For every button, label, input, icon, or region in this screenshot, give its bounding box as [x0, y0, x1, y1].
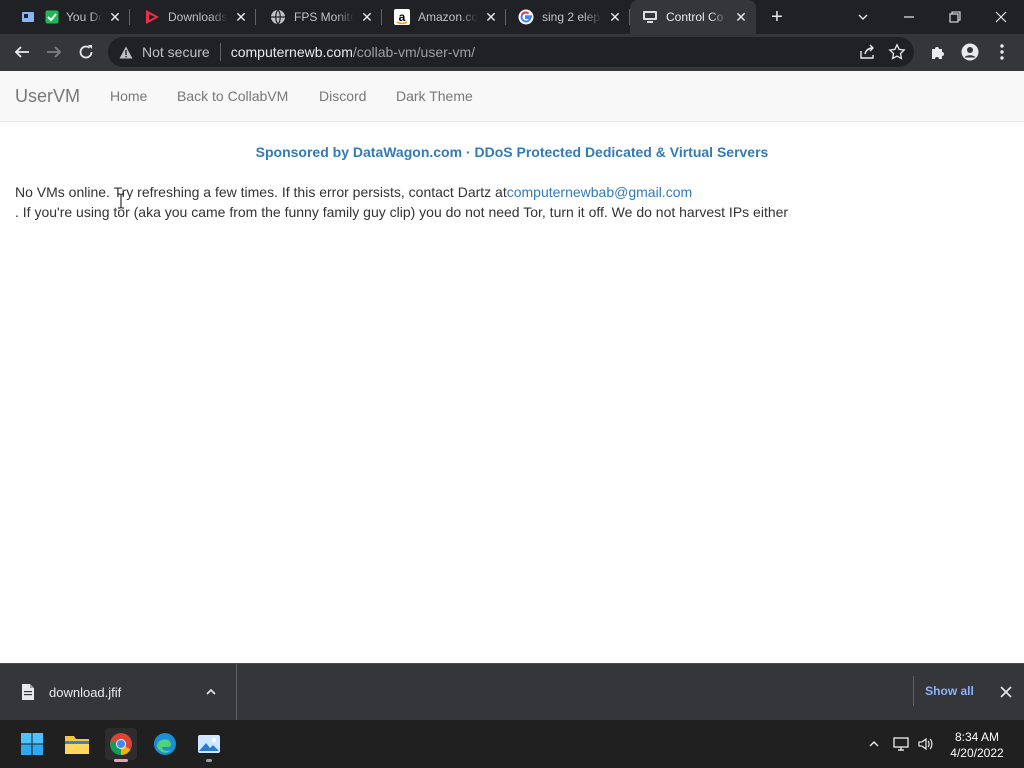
security-label[interactable]: Not secure [142, 44, 210, 60]
running-indicator [206, 759, 212, 762]
nav-link-dark-theme[interactable]: Dark Theme [396, 88, 473, 104]
close-tab-icon[interactable]: ✕ [106, 8, 124, 26]
file-icon [21, 684, 35, 705]
download-bar: download.jfif Show all [0, 663, 1024, 720]
browser-toolbar: Not secure computernewb.com/collab-vm/us… [0, 34, 1024, 71]
divider [219, 43, 221, 61]
tab-downloads[interactable]: Downloads ✕ [132, 0, 256, 34]
close-tab-icon[interactable]: ✕ [482, 8, 500, 26]
chevron-up-icon[interactable] [205, 685, 217, 703]
extensions-puzzle-icon[interactable] [924, 38, 952, 66]
close-download-bar-icon[interactable] [996, 682, 1016, 702]
sponsor-link[interactable]: Sponsored by DataWagon.com · DDoS Protec… [0, 144, 1024, 160]
window-icon [20, 9, 36, 25]
start-icon[interactable] [16, 728, 48, 760]
volume-icon[interactable] [914, 732, 938, 756]
play-logo-icon [144, 9, 160, 25]
tab-title: sing 2 elep [542, 10, 601, 24]
close-tab-icon[interactable]: ✕ [606, 8, 624, 26]
close-tab-icon[interactable]: ✕ [732, 8, 750, 26]
network-icon[interactable] [889, 732, 913, 756]
tab-control-collab[interactable]: Control Co ✕ [630, 0, 756, 34]
file-explorer-icon[interactable] [61, 728, 93, 760]
tab-title: Control Co [666, 10, 724, 24]
forward-arrow-icon[interactable] [40, 38, 68, 66]
checkmark-icon [44, 9, 60, 25]
tab-amazon[interactable]: a Amazon.co ✕ [382, 0, 506, 34]
restore-icon[interactable] [932, 0, 978, 34]
menu-kebab-icon[interactable] [988, 38, 1016, 66]
amazon-logo-icon: a [394, 9, 410, 25]
tab-search-icon[interactable] [840, 0, 886, 34]
error-text: No VMs online. Try refreshing a few time… [15, 184, 507, 200]
text-cursor-icon [117, 193, 125, 209]
profile-avatar-icon[interactable] [956, 38, 984, 66]
globe-icon [270, 9, 286, 25]
url-host: computernewb.com [230, 44, 353, 60]
tab-strip: You Do ✕ Downloads ✕ FPS Monito ✕ a Amaz… [0, 0, 1024, 34]
share-icon[interactable] [858, 43, 876, 66]
clock-date: 4/20/2022 [950, 746, 1004, 760]
nav-link-discord[interactable]: Discord [319, 88, 366, 104]
contact-email-link[interactable]: computernewbab@gmail.com [507, 184, 692, 200]
download-filename: download.jfif [49, 685, 122, 700]
clock-time: 8:34 AM [954, 730, 1000, 744]
tab-title: You Do [66, 10, 102, 24]
url-text[interactable]: computernewb.com/collab-vm/user-vm/ [231, 44, 475, 60]
active-indicator [114, 759, 128, 762]
google-logo-icon [518, 9, 534, 25]
site-navbar: UserVM Home Back to CollabVM Discord Dar… [0, 71, 1024, 122]
tab-separator [129, 9, 130, 25]
nav-link-home[interactable]: Home [110, 88, 147, 104]
warning-icon[interactable] [118, 44, 134, 60]
tab-title: FPS Monito [294, 10, 354, 24]
windows-taskbar: 8:34 AM 4/20/2022 [0, 720, 1024, 768]
download-item[interactable]: download.jfif [0, 664, 237, 720]
reload-icon[interactable] [72, 38, 100, 66]
new-tab-icon[interactable]: + [764, 5, 790, 29]
tab-separator [255, 9, 256, 25]
url-path: /collab-vm/user-vm/ [352, 44, 476, 60]
svg-text:a: a [399, 10, 406, 24]
brand-link[interactable]: UserVM [15, 86, 80, 107]
close-tab-icon[interactable]: ✕ [232, 8, 250, 26]
error-message-line-2: . If you're using tor (aka you came from… [15, 204, 789, 220]
tab-you-do[interactable]: You Do ✕ [8, 0, 130, 34]
chrome-icon[interactable] [105, 728, 137, 762]
edge-icon[interactable] [149, 728, 181, 760]
computer-icon [642, 9, 658, 25]
tab-title: Amazon.co [418, 10, 478, 24]
minimize-icon[interactable] [886, 0, 932, 34]
close-window-icon[interactable] [978, 0, 1024, 34]
chevron-up-icon[interactable] [862, 732, 886, 756]
system-clock[interactable]: 8:34 AM 4/20/2022 [942, 729, 1012, 761]
close-tab-icon[interactable]: ✕ [358, 8, 376, 26]
tab-title: Downloads [168, 10, 228, 24]
address-bar[interactable]: Not secure computernewb.com/collab-vm/us… [108, 37, 914, 67]
tab-fps-monitor[interactable]: FPS Monito ✕ [258, 0, 382, 34]
tab-google-search[interactable]: sing 2 elep ✕ [506, 0, 630, 34]
back-arrow-icon[interactable] [8, 38, 36, 66]
show-all-button[interactable]: Show all [913, 676, 985, 706]
photos-icon[interactable] [193, 728, 225, 762]
bookmark-star-icon[interactable] [888, 43, 906, 66]
nav-link-back-to-collabvm[interactable]: Back to CollabVM [177, 88, 288, 104]
